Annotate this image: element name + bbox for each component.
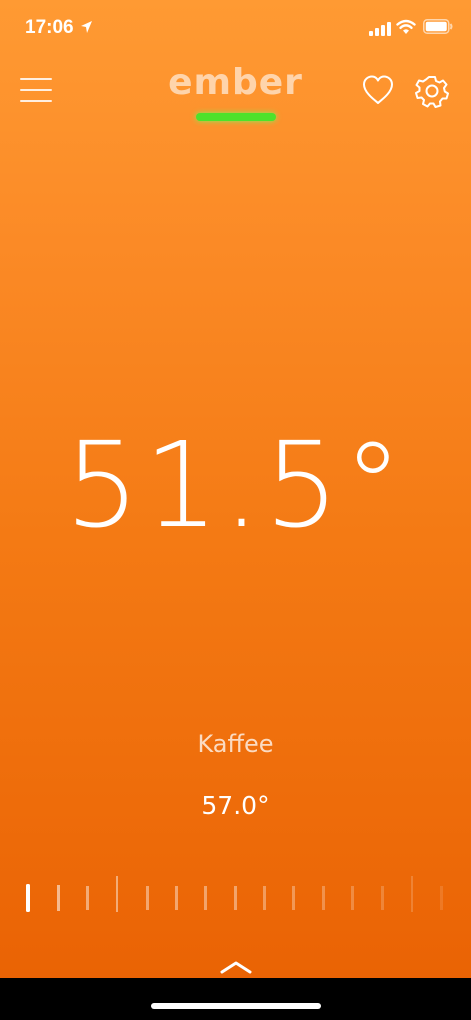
slider-tick: [411, 876, 413, 912]
chevron-up-icon[interactable]: [219, 958, 253, 976]
gear-icon[interactable]: [415, 74, 449, 108]
preset-name[interactable]: Kaffee: [0, 730, 471, 758]
slider-tick: [381, 886, 384, 910]
slider-tick: [322, 886, 325, 910]
slider-thumb: [26, 884, 30, 912]
signal-bars-icon: [369, 22, 391, 36]
slider-tick: [57, 885, 60, 911]
slider-tick: [292, 886, 295, 910]
slider-tick: [263, 886, 266, 910]
slider-tick: [440, 886, 443, 910]
slider-tick: [116, 876, 118, 912]
slider-tick: [146, 886, 149, 910]
current-temperature: 51.5°: [64, 416, 407, 554]
location-arrow-icon: [81, 21, 92, 33]
home-indicator[interactable]: [151, 1003, 321, 1009]
brand-logo: ember: [168, 62, 303, 103]
heart-icon[interactable]: [361, 74, 395, 106]
slider-tick: [86, 886, 89, 910]
status-time: 17:06: [25, 17, 74, 38]
slider-tick: [351, 886, 354, 910]
wifi-icon: [396, 19, 416, 34]
connection-status-indicator: [196, 113, 276, 121]
app-screen: 17:06 ember 51.5° Kaffee 57.0°: [0, 0, 471, 978]
target-temperature: 57.0°: [201, 791, 270, 820]
slider-tick: [204, 886, 207, 910]
temperature-scale-slider[interactable]: [15, 870, 455, 920]
battery-icon: [423, 19, 453, 34]
slider-tick: [234, 886, 237, 910]
slider-tick: [175, 886, 178, 910]
